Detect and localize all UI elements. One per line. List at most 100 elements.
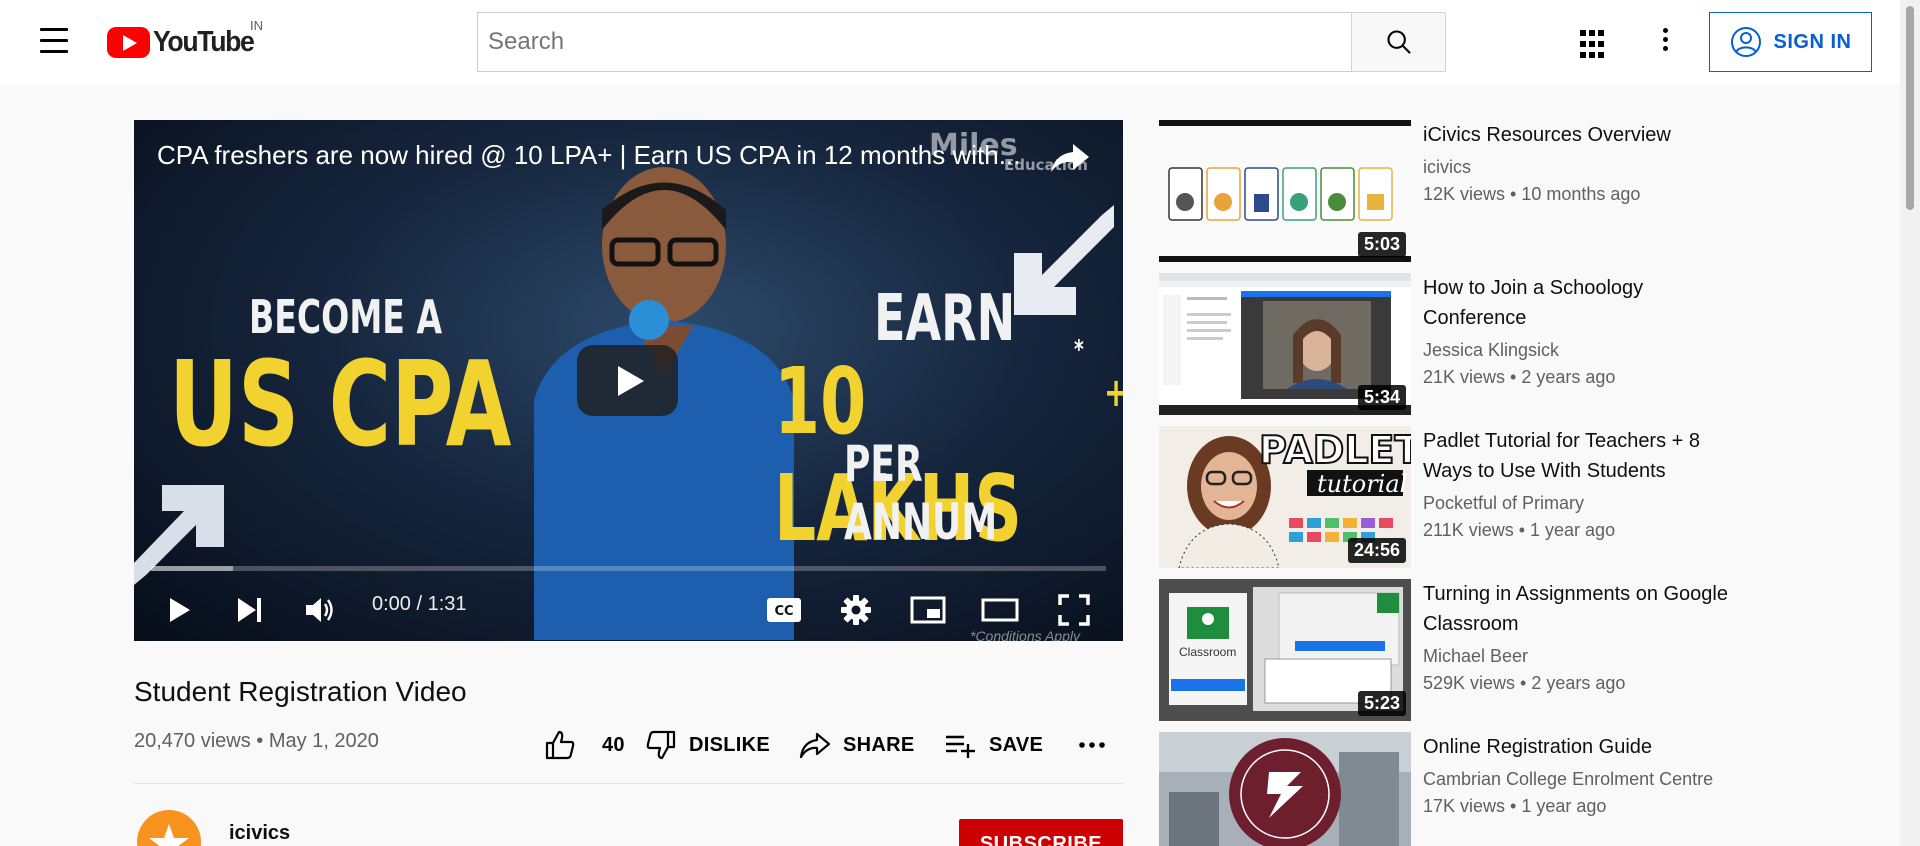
share-arrow-icon[interactable] <box>1049 142 1091 179</box>
search-icon <box>1386 30 1411 54</box>
youtube-logo[interactable]: YouTube <box>107 26 262 59</box>
recommendation-meta: 21K views • 2 years ago <box>1423 367 1616 387</box>
subscribe-button[interactable]: SUBSCRIBE <box>959 819 1123 846</box>
recommendation-meta: 529K views • 2 years ago <box>1423 673 1626 693</box>
video-stats: 20,470 views • May 1, 2020 <box>134 730 379 752</box>
progress-loaded <box>151 566 234 571</box>
recommendation-channel[interactable]: icivics <box>1423 157 1471 178</box>
like-icon <box>545 730 575 760</box>
theater-mode-button[interactable] <box>978 590 1022 630</box>
recommendation-title[interactable]: Online Registration Guide <box>1423 732 1743 762</box>
subtitles-button[interactable]: CC <box>762 590 806 630</box>
recommendation-meta: 17K views • 1 year ago <box>1423 796 1607 816</box>
play-button[interactable] <box>160 590 200 630</box>
share-icon <box>799 732 831 759</box>
recommendation-title[interactable]: Padlet Tutorial for Teachers + 8 Ways to… <box>1423 426 1743 486</box>
duration-badge: 5:34 <box>1357 385 1406 410</box>
recommendation-item[interactable]: PADLET tutorial 24:56 Padlet Tutorial fo… <box>1159 426 1879 568</box>
star-icon <box>149 824 189 846</box>
recommendation-title[interactable]: iCivics Resources Overview <box>1423 120 1743 150</box>
divider <box>134 783 1123 784</box>
account-icon <box>1730 27 1761 57</box>
thumb-text-padlet: PADLET <box>1258 427 1411 473</box>
thumb-text-earn: EARN <box>874 282 1016 356</box>
search-input[interactable] <box>477 12 1351 72</box>
duration-badge: 5:03 <box>1357 232 1406 257</box>
page-scrollbar[interactable] <box>1900 0 1920 846</box>
thumb-text-plus: + <box>1104 370 1123 416</box>
country-code: IN <box>250 18 263 33</box>
channel-name[interactable]: icivics <box>229 822 290 845</box>
save-icon <box>946 735 975 758</box>
menu-icon[interactable] <box>36 28 72 58</box>
fullscreen-icon <box>1058 594 1090 626</box>
recommendation-thumbnail[interactable]: PADLET tutorial 24:56 <box>1159 426 1411 568</box>
settings-button[interactable] <box>834 590 878 630</box>
more-actions-button[interactable] <box>1078 725 1118 765</box>
recommendation-channel[interactable]: Cambrian College Enrolment Centre <box>1423 769 1713 790</box>
arrow-graphic <box>1014 205 1114 315</box>
recommendation-channel[interactable]: Pocketful of Primary <box>1423 493 1584 514</box>
volume-icon <box>306 598 333 622</box>
recommendation-item[interactable]: Classroom 5:23 Turning in Assignments on… <box>1159 579 1879 721</box>
like-button[interactable]: 40 <box>544 725 625 765</box>
masthead: YouTube IN SIGN IN <box>0 0 1900 85</box>
recommendation-meta: 12K views • 10 months ago <box>1423 184 1641 204</box>
share-button[interactable]: SHARE <box>799 725 915 765</box>
recommendation-channel[interactable]: Michael Beer <box>1423 646 1528 667</box>
apps-icon[interactable] <box>1580 30 1610 60</box>
share-label: SHARE <box>843 733 915 756</box>
dislike-label: DISLIKE <box>689 733 770 756</box>
dislike-button[interactable]: DISLIKE <box>645 725 770 765</box>
search-button[interactable] <box>1351 12 1446 72</box>
recommendation-thumbnail[interactable]: 5:34 <box>1159 273 1411 415</box>
video-player[interactable]: BECOME A US CPA EARN 10 LAKHS + * PER AN… <box>134 120 1123 641</box>
miniplayer-button[interactable] <box>906 590 950 630</box>
large-play-button[interactable] <box>577 345 678 416</box>
recommendation-thumbnail[interactable]: 5:03 <box>1159 120 1411 262</box>
theater-icon <box>981 598 1019 622</box>
duration-badge: 5:23 <box>1357 691 1406 716</box>
channel-avatar[interactable] <box>137 810 201 846</box>
youtube-logo-icon <box>107 27 150 58</box>
next-icon <box>238 598 261 622</box>
recommendation-title[interactable]: Turning in Assignments on Google Classro… <box>1423 579 1743 639</box>
recommendation-thumbnail[interactable] <box>1159 732 1411 846</box>
sign-in-label: SIGN IN <box>1773 30 1852 53</box>
recommendation-meta: 211K views • 1 year ago <box>1423 520 1616 540</box>
play-icon <box>170 598 190 622</box>
recommendation-title[interactable]: How to Join a Schoology Conference <box>1423 273 1743 333</box>
settings-icon <box>841 595 871 625</box>
recommendation-item[interactable]: 5:34 How to Join a Schoology Conference … <box>1159 273 1879 415</box>
volume-button[interactable] <box>300 590 340 630</box>
dislike-icon <box>646 730 676 760</box>
search-bar <box>477 12 1446 72</box>
thumb-text-star: * <box>1074 335 1084 365</box>
thumb-text-tutorial: tutorial <box>1317 470 1408 498</box>
save-button[interactable]: SAVE <box>945 725 1043 765</box>
thumb-text-us-cpa: US CPA <box>169 335 512 473</box>
recommendation-channel[interactable]: Jessica Klingsick <box>1423 340 1559 361</box>
scrollbar-thumb[interactable] <box>1906 6 1914 210</box>
more-vert-icon[interactable] <box>1655 28 1675 58</box>
recommendation-item[interactable]: 5:03 iCivics Resources Overview icivics … <box>1159 120 1879 262</box>
fullscreen-button[interactable] <box>1052 590 1096 630</box>
recommendation-thumbnail[interactable]: Classroom 5:23 <box>1159 579 1411 721</box>
like-count: 40 <box>602 733 625 756</box>
time-display: 0:00 / 1:31 <box>372 593 467 615</box>
thumb-text-per-annum: PER ANNUM <box>844 435 998 551</box>
duration-badge: 24:56 <box>1347 538 1406 563</box>
svg-text:CC: CC <box>774 604 793 619</box>
next-button[interactable] <box>230 590 270 630</box>
thumb-cambrian-graphic <box>1159 732 1411 846</box>
progress-bar[interactable] <box>151 566 1106 571</box>
more-horiz-icon <box>1079 742 1105 748</box>
sign-in-button[interactable]: SIGN IN <box>1709 12 1872 72</box>
player-overlay-title[interactable]: CPA freshers are now hired @ 10 LPA+ | E… <box>157 140 1037 171</box>
thumb-text-classroom: Classroom <box>1179 645 1237 659</box>
save-label: SAVE <box>989 733 1044 756</box>
miniplayer-icon <box>910 596 946 624</box>
recommendation-item[interactable]: Online Registration Guide Cambrian Colle… <box>1159 732 1879 846</box>
logo-text: YouTube <box>153 26 255 58</box>
cc-icon: CC <box>767 598 801 622</box>
